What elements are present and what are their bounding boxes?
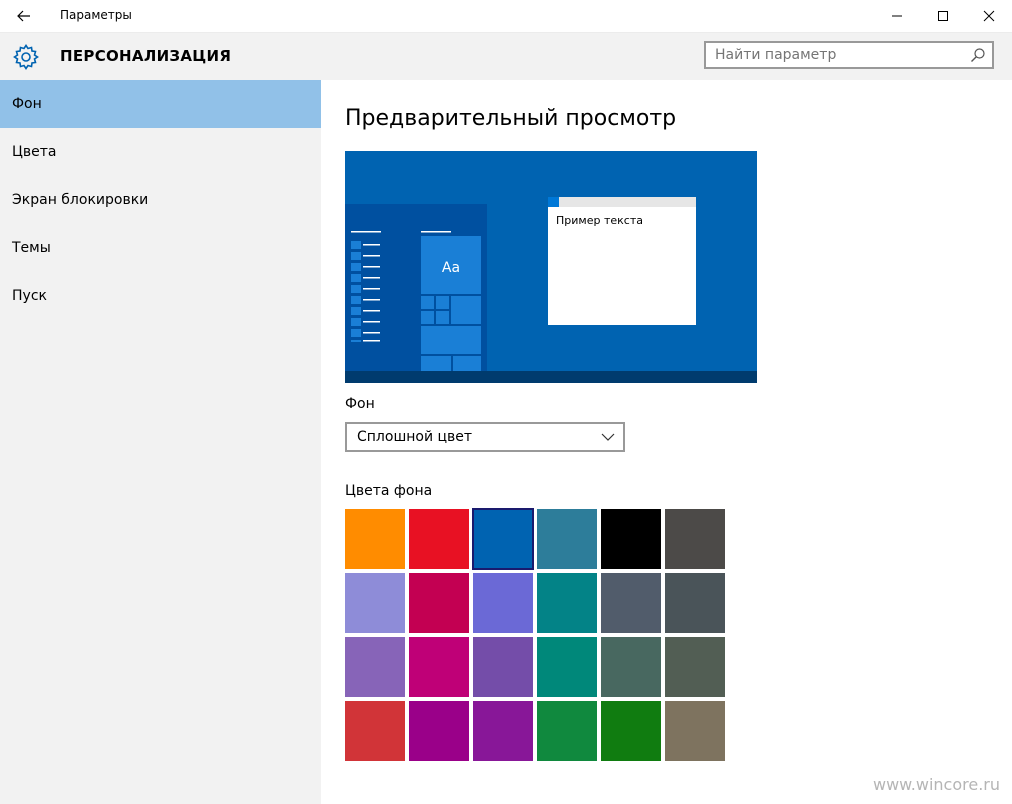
page-title: Предварительный просмотр — [345, 106, 677, 131]
search-box[interactable] — [704, 41, 994, 69]
color-swatch[interactable] — [345, 637, 405, 697]
preview-window-accent — [548, 197, 559, 207]
dropdown-value: Сплошной цвет — [357, 429, 473, 445]
sidebar-item-label: Пуск — [12, 288, 47, 304]
color-swatch[interactable] — [409, 509, 469, 569]
sidebar-item-label: Темы — [12, 240, 51, 256]
preview-window-titlebar — [548, 197, 696, 207]
color-swatch[interactable] — [665, 509, 725, 569]
color-swatch[interactable] — [601, 637, 661, 697]
chevron-down-icon — [601, 433, 615, 441]
color-swatch[interactable] — [409, 573, 469, 633]
sidebar-item-themes[interactable]: Темы — [0, 224, 321, 272]
sidebar-item-label: Цвета — [12, 144, 57, 160]
sidebar-item-background[interactable]: Фон — [0, 80, 321, 128]
color-swatch[interactable] — [601, 701, 661, 761]
color-swatch[interactable] — [409, 637, 469, 697]
background-preview: Aa Пример текста — [345, 151, 757, 383]
preview-tile-text: Aa — [442, 260, 460, 276]
sidebar-item-label: Экран блокировки — [12, 192, 149, 208]
color-swatch[interactable] — [601, 573, 661, 633]
background-color-grid — [345, 508, 729, 765]
color-swatch[interactable] — [345, 573, 405, 633]
search-icon[interactable] — [970, 47, 986, 63]
color-swatch[interactable] — [473, 573, 533, 633]
color-swatch[interactable] — [665, 637, 725, 697]
sidebar-item-lock-screen[interactable]: Экран блокировки — [0, 176, 321, 224]
settings-header: ПЕРСОНАЛИЗАЦИЯ — [0, 33, 1012, 80]
back-arrow-icon — [17, 10, 30, 22]
color-swatch[interactable] — [345, 509, 405, 569]
sidebar-item-label: Фон — [12, 96, 42, 112]
minimize-icon — [892, 15, 902, 17]
main-content: Предварительный просмотр Aa Пример текст… — [321, 80, 1012, 804]
back-button[interactable] — [0, 0, 48, 32]
sidebar-item-colors[interactable]: Цвета — [0, 128, 321, 176]
preview-taskbar — [345, 371, 757, 383]
title-bar: Параметры — [0, 0, 1012, 33]
color-swatch[interactable] — [409, 701, 469, 761]
color-swatch[interactable] — [472, 508, 534, 570]
color-swatch[interactable] — [473, 637, 533, 697]
color-swatch[interactable] — [665, 573, 725, 633]
preview-sample-text: Пример текста — [556, 214, 643, 227]
maximize-button[interactable] — [920, 0, 966, 32]
background-type-dropdown[interactable]: Сплошной цвет — [345, 422, 625, 452]
sidebar: Фон Цвета Экран блокировки Темы Пуск — [0, 80, 321, 804]
minimize-button[interactable] — [874, 0, 920, 32]
gear-icon — [13, 44, 39, 70]
sidebar-item-start[interactable]: Пуск — [0, 272, 321, 320]
background-label: Фон — [345, 396, 375, 412]
close-icon — [983, 10, 995, 22]
color-swatch[interactable] — [537, 637, 597, 697]
background-colors-label: Цвета фона — [345, 483, 433, 499]
color-swatch[interactable] — [601, 509, 661, 569]
section-title: ПЕРСОНАЛИЗАЦИЯ — [60, 47, 232, 65]
color-swatch[interactable] — [537, 509, 597, 569]
color-swatch[interactable] — [537, 701, 597, 761]
color-swatch[interactable] — [665, 701, 725, 761]
window-title: Параметры — [60, 8, 132, 22]
color-swatch[interactable] — [537, 573, 597, 633]
color-swatch[interactable] — [473, 701, 533, 761]
maximize-icon — [938, 11, 948, 21]
watermark: www.wincore.ru — [872, 775, 1000, 794]
search-input[interactable] — [706, 43, 971, 67]
close-button[interactable] — [966, 0, 1012, 32]
color-swatch[interactable] — [345, 701, 405, 761]
preview-tiles — [421, 231, 481, 371]
